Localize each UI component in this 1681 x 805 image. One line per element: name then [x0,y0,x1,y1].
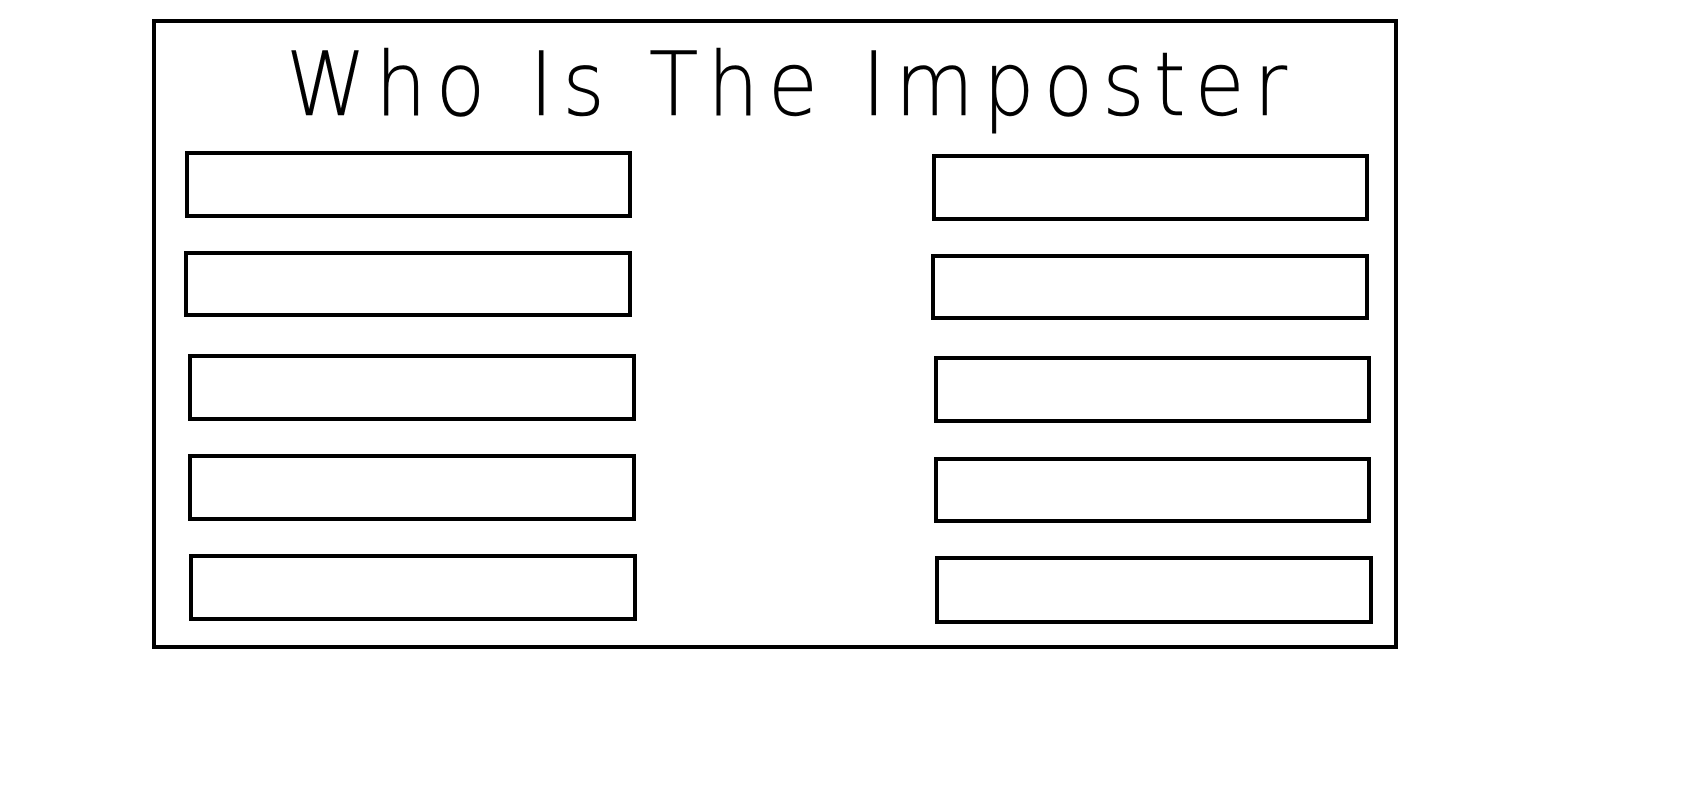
player-slot-label [192,458,632,517]
player-slot-label [192,358,632,417]
player-slot-left-3[interactable] [188,354,636,421]
page-title: Who Is The Imposter [286,33,1297,136]
player-slot-label [188,255,628,313]
player-slot-right-5[interactable] [935,556,1373,624]
player-slot-label [938,461,1367,519]
player-slot-label [189,155,628,214]
player-slot-right-2[interactable] [931,254,1369,320]
player-slot-label [935,258,1365,316]
player-slot-right-3[interactable] [934,356,1371,423]
player-slot-right-4[interactable] [934,457,1371,523]
player-slot-label [936,158,1365,217]
game-panel: Who Is The Imposter [152,19,1398,649]
player-slot-label [938,360,1367,419]
player-slot-left-2[interactable] [184,251,632,317]
player-slot-label [939,560,1369,620]
player-slot-left-4[interactable] [188,454,636,521]
player-slot-label [193,558,633,617]
player-slot-right-1[interactable] [932,154,1369,221]
player-slot-left-1[interactable] [185,151,632,218]
player-slot-left-5[interactable] [189,554,637,621]
